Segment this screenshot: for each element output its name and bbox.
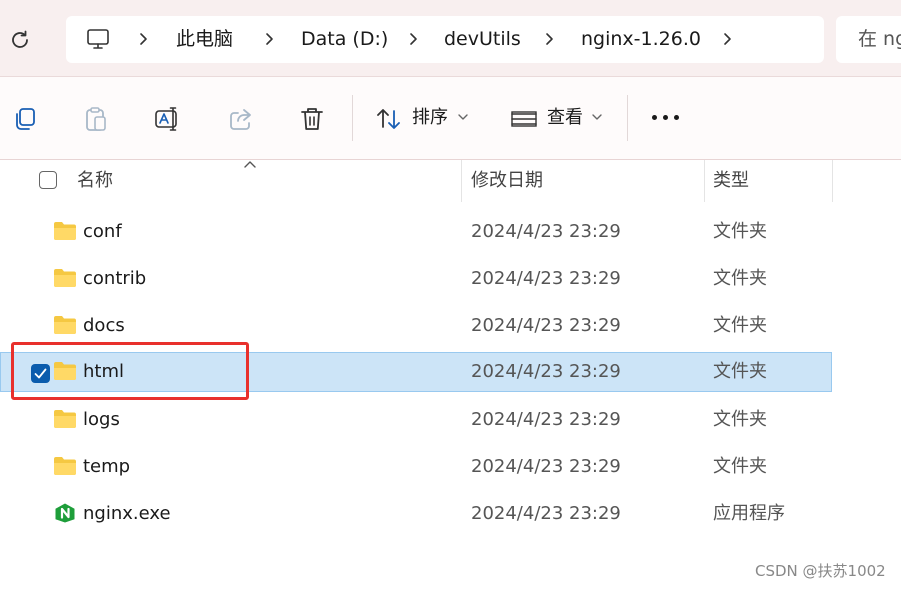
toolbar-divider xyxy=(352,95,353,141)
column-divider[interactable] xyxy=(832,160,833,202)
folder-icon xyxy=(54,222,76,240)
toolbar-divider xyxy=(627,95,628,141)
annotation-highlight-box xyxy=(11,342,249,400)
file-date: 2024/4/23 23:29 xyxy=(471,503,621,524)
breadcrumb-devutils[interactable]: devUtils xyxy=(444,16,521,63)
sort-label: 排序 xyxy=(412,107,448,128)
file-name: temp xyxy=(83,456,131,477)
chevron-right-icon[interactable] xyxy=(406,32,420,46)
folder-icon xyxy=(54,457,76,475)
breadcrumb-this-pc[interactable]: 此电脑 xyxy=(176,16,233,63)
file-type: 文件夹 xyxy=(713,221,767,242)
chevron-right-icon[interactable] xyxy=(542,32,556,46)
folder-icon xyxy=(54,316,76,334)
refresh-icon[interactable] xyxy=(8,28,32,52)
view-label: 查看 xyxy=(547,107,583,128)
select-all-checkbox[interactable] xyxy=(39,171,57,189)
chevron-down-icon xyxy=(592,114,602,120)
copy-icon[interactable] xyxy=(11,105,39,133)
rename-icon[interactable] xyxy=(154,105,182,133)
breadcrumb-data-drive[interactable]: Data (D:) xyxy=(301,16,388,63)
file-name: conf xyxy=(83,221,122,242)
file-type: 文件夹 xyxy=(713,315,767,336)
file-name: logs xyxy=(83,409,120,430)
nginx-app-icon xyxy=(55,503,75,523)
file-name: contrib xyxy=(83,268,147,289)
computer-icon xyxy=(87,29,109,49)
list-item[interactable]: temp 2024/4/23 23:29 文件夹 xyxy=(0,447,832,487)
column-divider[interactable] xyxy=(461,160,462,202)
more-options-icon[interactable] xyxy=(652,115,680,123)
breadcrumb-nginx[interactable]: nginx-1.26.0 xyxy=(581,16,701,63)
file-date: 2024/4/23 23:29 xyxy=(471,409,621,430)
file-type: 应用程序 xyxy=(713,503,785,524)
folder-icon xyxy=(54,269,76,287)
file-type: 文件夹 xyxy=(713,409,767,430)
file-date: 2024/4/23 23:29 xyxy=(471,268,621,289)
file-name: nginx.exe xyxy=(83,503,171,524)
list-item[interactable]: contrib 2024/4/23 23:29 文件夹 xyxy=(0,259,832,299)
chevron-right-icon[interactable] xyxy=(136,32,150,46)
delete-icon[interactable] xyxy=(298,105,326,133)
sort-ascending-icon xyxy=(244,161,256,168)
list-item[interactable]: conf 2024/4/23 23:29 文件夹 xyxy=(0,212,832,252)
file-date: 2024/4/23 23:29 xyxy=(471,361,621,382)
breadcrumb[interactable]: 此电脑 Data (D:) devUtils nginx-1.26.0 xyxy=(66,16,824,63)
file-date: 2024/4/23 23:29 xyxy=(471,456,621,477)
search-input[interactable]: 在 ng xyxy=(836,16,901,63)
file-date: 2024/4/23 23:29 xyxy=(471,221,621,242)
chevron-right-icon[interactable] xyxy=(262,32,276,46)
address-bar-region: 此电脑 Data (D:) devUtils nginx-1.26.0 在 ng xyxy=(0,0,901,76)
column-divider[interactable] xyxy=(704,160,705,202)
file-name: docs xyxy=(83,315,125,336)
list-item[interactable]: nginx.exe 2024/4/23 23:29 应用程序 xyxy=(0,494,832,534)
paste-icon[interactable] xyxy=(82,105,110,133)
share-icon[interactable] xyxy=(227,105,255,133)
search-placeholder: 在 ng xyxy=(858,28,901,50)
chevron-down-icon xyxy=(458,114,468,120)
list-item[interactable]: docs 2024/4/23 23:29 文件夹 xyxy=(0,306,832,346)
view-list-icon xyxy=(511,111,537,127)
file-date: 2024/4/23 23:29 xyxy=(471,315,621,336)
file-type: 文件夹 xyxy=(713,456,767,477)
column-header-type[interactable]: 类型 xyxy=(713,160,749,202)
file-type: 文件夹 xyxy=(713,361,767,382)
column-header-name[interactable]: 名称 xyxy=(77,160,113,202)
sort-icon xyxy=(377,109,400,129)
file-type: 文件夹 xyxy=(713,268,767,289)
folder-icon xyxy=(54,410,76,428)
chevron-right-icon[interactable] xyxy=(720,32,734,46)
list-item[interactable]: logs 2024/4/23 23:29 文件夹 xyxy=(0,400,832,440)
command-bar: 排序 查看 xyxy=(0,76,901,159)
column-header-date[interactable]: 修改日期 xyxy=(471,160,543,202)
watermark: CSDN @扶苏1002 xyxy=(755,562,886,580)
